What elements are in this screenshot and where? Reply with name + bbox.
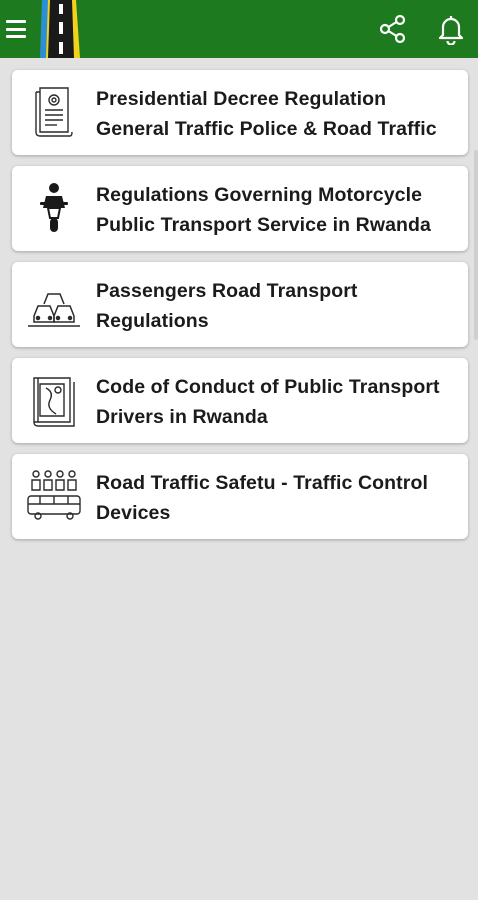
list-item-title: Code of Conduct of Public Transport Driv…	[96, 376, 440, 428]
list-item[interactable]: Road Traffic Safetu - Traffic Control De…	[12, 454, 468, 539]
share-icon[interactable]	[378, 14, 408, 44]
list-item-title: Passengers Road Transport Regulations	[96, 280, 358, 332]
road-map-book-icon	[26, 372, 82, 428]
cars-traffic-icon	[26, 276, 82, 332]
hamburger-menu-icon[interactable]	[6, 17, 26, 41]
list-item-title: Presidential Decree Regulation General T…	[96, 88, 437, 140]
list-item[interactable]: Passengers Road Transport Regulations	[12, 262, 468, 347]
decree-document-icon	[26, 84, 82, 140]
motorcycle-rider-icon	[26, 180, 82, 236]
road-logo-icon	[40, 0, 82, 58]
list-item-title: Road Traffic Safetu - Traffic Control De…	[96, 472, 428, 524]
list-item[interactable]: Regulations Governing Motorcycle Public …	[12, 166, 468, 251]
regulations-list: Presidential Decree Regulation General T…	[12, 70, 468, 550]
bell-icon[interactable]	[436, 13, 466, 46]
list-item-title: Regulations Governing Motorcycle Public …	[96, 184, 431, 236]
list-item[interactable]: Code of Conduct of Public Transport Driv…	[12, 358, 468, 443]
app-bar	[0, 0, 478, 58]
scroll-edge	[474, 150, 478, 340]
pedestrians-bus-icon	[26, 468, 82, 524]
list-item[interactable]: Presidential Decree Regulation General T…	[12, 70, 468, 155]
